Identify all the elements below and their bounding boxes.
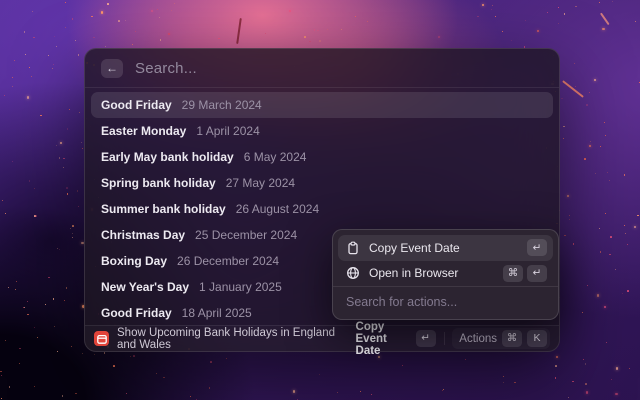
holiday-title: Good Friday [101, 306, 172, 320]
action-item-open-in-browser[interactable]: Open in Browser ⌘ ↵ [338, 261, 553, 287]
return-key-badge: ↵ [527, 239, 547, 256]
search-input[interactable]: Search... [135, 60, 197, 77]
action-label: Open in Browser [369, 266, 458, 280]
return-key-badge: ↵ [527, 265, 547, 282]
back-arrow-icon: ← [106, 62, 118, 74]
holiday-date: 26 December 2024 [177, 254, 279, 268]
holiday-date: 25 December 2024 [195, 228, 297, 242]
action-key-badges: ↵ [527, 239, 547, 256]
list-item[interactable]: Summer bank holiday 26 August 2024 [91, 196, 553, 222]
actions-label: Actions [459, 333, 497, 345]
search-header: ← Search... [85, 49, 559, 88]
holiday-date: 26 August 2024 [236, 202, 319, 216]
action-panel: Copy Event Date ↵ Open in Browser ⌘ ↵ Se… [332, 229, 559, 320]
command-title: Show Upcoming Bank Holidays in England a… [117, 327, 348, 351]
launcher-window: ← Search... Good Friday 29 March 2024 Ea… [84, 48, 560, 352]
action-item-copy-event-date[interactable]: Copy Event Date ↵ [338, 235, 553, 261]
status-divider [444, 332, 445, 345]
calendar-red-icon [94, 331, 109, 346]
action-label: Copy Event Date [369, 241, 460, 255]
clipboard-icon [346, 241, 360, 255]
list-item[interactable]: Early May bank holiday 6 May 2024 [91, 144, 553, 170]
holiday-date: 1 April 2024 [196, 124, 259, 138]
return-key-badge: ↵ [416, 330, 436, 347]
holiday-date: 27 May 2024 [226, 176, 295, 190]
holiday-date: 18 April 2025 [182, 306, 252, 320]
globe-icon [346, 266, 360, 280]
holiday-date: 6 May 2024 [244, 150, 307, 164]
action-panel-footer: Search for actions... [333, 286, 558, 314]
holiday-title: Summer bank holiday [101, 202, 226, 216]
action-search-input[interactable]: Search for actions... [346, 295, 545, 309]
list-item[interactable]: Good Friday 29 March 2024 [91, 92, 553, 118]
k-key-badge: K [527, 330, 547, 347]
command-key-badge: ⌘ [503, 265, 523, 282]
action-key-badges: ⌘ ↵ [503, 265, 547, 282]
holiday-date: 29 March 2024 [182, 98, 262, 112]
status-bar-right: Copy Event Date ↵ Actions ⌘ K [356, 321, 550, 357]
holiday-title: Good Friday [101, 98, 172, 112]
holiday-title: Spring bank holiday [101, 176, 216, 190]
holiday-title: Easter Monday [101, 124, 186, 138]
holiday-title: New Year's Day [101, 280, 189, 294]
list-item[interactable]: Spring bank holiday 27 May 2024 [91, 170, 553, 196]
holiday-date: 1 January 2025 [199, 280, 282, 294]
status-bar: Show Upcoming Bank Holidays in England a… [85, 325, 559, 351]
back-button[interactable]: ← [101, 59, 123, 78]
holiday-title: Early May bank holiday [101, 150, 234, 164]
command-key-badge: ⌘ [502, 330, 522, 347]
primary-action-button[interactable]: Copy Event Date [356, 321, 410, 357]
actions-button[interactable]: Actions ⌘ K [452, 328, 550, 349]
list-item[interactable]: Easter Monday 1 April 2024 [91, 118, 553, 144]
holiday-title: Christmas Day [101, 228, 185, 242]
holiday-title: Boxing Day [101, 254, 167, 268]
